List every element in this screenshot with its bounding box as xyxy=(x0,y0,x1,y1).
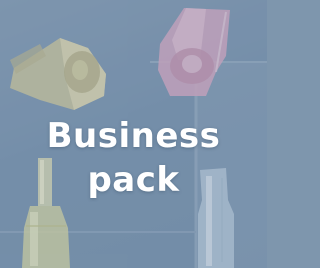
title-line-2: pack xyxy=(87,160,180,200)
tile-title: Business pack xyxy=(0,114,267,202)
business-pack-tile[interactable]: Business pack xyxy=(0,0,267,268)
title-line-1: Business xyxy=(46,116,221,156)
